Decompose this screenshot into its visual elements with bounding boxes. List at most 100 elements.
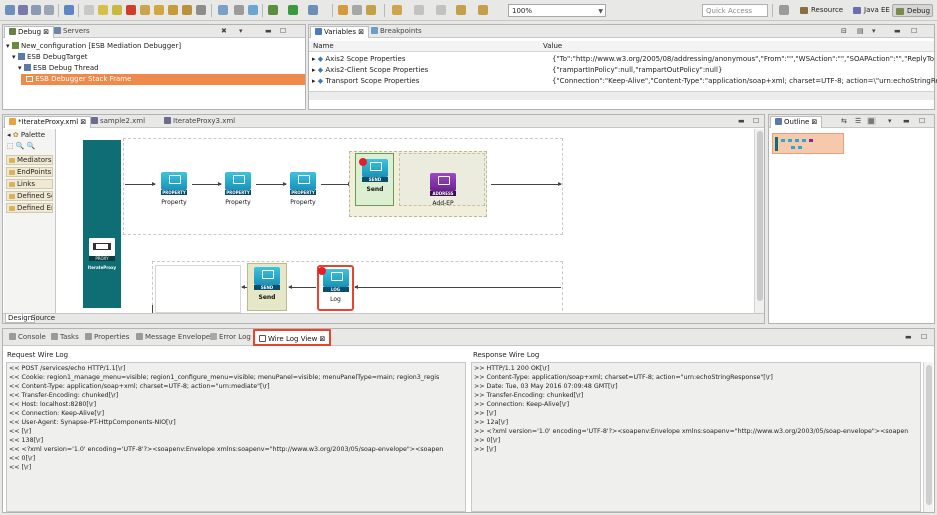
address-endpoint[interactable]: ADDRESS Add-EP [425,173,461,207]
property-mediator[interactable]: PROPERTY Property [220,172,256,206]
console-icon[interactable] [64,5,74,15]
overview-icon[interactable]: ▦ [867,117,876,125]
tab-breakpoints[interactable]: Breakpoints [367,26,426,38]
step-return-icon[interactable] [182,5,192,15]
palette-drawer-defined-endpoints[interactable]: Defined EndPoi... [6,203,53,213]
skip-icon[interactable] [84,5,94,15]
next-annotation-icon[interactable] [414,5,424,15]
maximize-icon[interactable]: ☐ [753,117,759,125]
debug-run-icon[interactable] [268,5,278,15]
save-icon[interactable] [18,5,28,15]
variables-scrollbar[interactable] [309,91,934,100]
property-mediator[interactable]: PROPERTY Property [285,172,321,206]
minimize-icon[interactable]: ▬ [738,117,745,125]
terminate-icon[interactable] [126,5,136,15]
maximize-icon[interactable]: ☐ [911,27,917,35]
tree-item-thread[interactable]: ▾ ESB Debug Thread [18,63,99,74]
send-mediator[interactable]: SEND Send [249,267,285,301]
tree-item-target[interactable]: ▾ ESB DebugTarget [12,52,88,63]
new-icon[interactable] [5,5,15,15]
palette-drawer-endpoints[interactable]: EndPoints [6,167,53,177]
breakpoint-icon[interactable] [359,158,367,166]
tab-iterateproxy[interactable]: *IterateProxy.xml ⊠ [4,116,92,128]
pin-icon[interactable] [392,5,402,15]
search-toolbar-icon[interactable] [248,5,258,15]
save-all-icon[interactable] [31,5,41,15]
tab-console[interactable]: Console [5,332,50,344]
tab-variables[interactable]: Variables ⊠ [310,26,370,38]
palette-drawer-links[interactable]: Links [6,179,53,189]
variable-row[interactable]: ▸ ◆ Transport Scope Properties {"Connect… [312,76,937,87]
tab-properties[interactable]: Properties [81,332,133,344]
minimize-icon[interactable]: ▬ [265,27,272,35]
tab-source[interactable]: Source [31,314,55,322]
tree-view-icon[interactable]: ☰ [855,117,861,125]
step-into-icon[interactable] [154,5,164,15]
column-name[interactable]: Name [313,41,334,52]
tab-tasks[interactable]: Tasks [47,332,83,344]
run-icon[interactable] [288,5,298,15]
maximize-icon[interactable]: ☐ [280,27,286,35]
open-type-icon[interactable] [234,5,244,15]
link-icon[interactable]: ⇆ [841,117,847,125]
tab-message-envelope[interactable]: Message Envelope [132,332,214,344]
remove-launch-icon[interactable]: ✖ [221,27,227,35]
quick-access-input[interactable]: Quick Access [702,4,768,17]
log-scrollbar[interactable] [923,362,933,512]
request-wire-log[interactable]: << POST /services/echo HTTP/1.1[\r] << C… [6,362,466,512]
tab-servers[interactable]: Servers [50,26,94,38]
tab-sample2[interactable]: sample2.xml [87,116,149,128]
variable-row[interactable]: ▸ ◆ Axis2-Client Scope Properties {"ramp… [312,65,930,76]
maximize-icon[interactable]: ☐ [921,333,927,341]
step-over-icon[interactable] [168,5,178,15]
diagram-canvas[interactable]: PROXY IterateProxy PROPERTY Property PRO… [57,129,753,321]
proxy-service[interactable]: PROXY IterateProxy [83,140,121,308]
minimize-icon[interactable]: ▬ [905,333,912,341]
palette-tools[interactable]: ⬚ 🔍 🔍 [7,142,36,150]
palette-drawer-mediators[interactable]: Mediators [6,155,53,165]
back-icon[interactable] [456,5,466,15]
tab-debug[interactable]: Debug ⊠ [4,26,55,38]
collapse-all-icon[interactable]: ⊟ [841,27,847,35]
resume-icon[interactable] [98,5,108,15]
external-tools-icon[interactable] [308,5,318,15]
view-menu-icon[interactable]: ▾ [888,117,892,125]
tab-iterateproxy3[interactable]: IterateProxy3.xml [160,116,239,128]
tab-error-log[interactable]: Error Log [206,332,255,344]
perspective-debug[interactable]: Debug [892,4,933,17]
palette-header[interactable]: ◂ ✿ Palette [7,131,45,139]
show-type-icon[interactable]: ▤ [857,27,864,35]
tree-item-configuration[interactable]: ▾ New_configuration [ESB Mediation Debug… [6,41,181,52]
outline-viewport[interactable] [772,133,844,154]
canvas-scrollbar[interactable] [754,129,764,313]
zoom-select[interactable]: 100% ▼ [508,4,606,17]
use-step-filters-icon[interactable] [218,5,228,15]
variable-row[interactable]: ▸ ◆ Axis2 Scope Properties {"To":"http:/… [312,54,934,65]
perspective-java-ee[interactable]: Java EE [850,4,893,17]
palette-drawer-defined-sequences[interactable]: Defined Sequen... [6,191,53,201]
tab-outline[interactable]: Outline ⊠ [770,116,823,128]
maximize-icon[interactable]: ☐ [919,117,925,125]
column-value[interactable]: Value [543,41,562,52]
property-mediator[interactable]: PROPERTY Property [156,172,192,206]
open-perspective-icon[interactable] [779,5,789,15]
suspend-icon[interactable] [112,5,122,15]
forward-icon[interactable] [478,5,488,15]
new-folder-icon[interactable] [338,5,348,15]
prev-annotation-icon[interactable] [436,5,446,15]
disconnect-icon[interactable] [140,5,150,15]
minimize-icon[interactable]: ▬ [894,27,901,35]
view-menu-icon[interactable]: ▾ [872,27,876,35]
log-line: >> 0[\r] [474,437,501,444]
perspective-resource[interactable]: Resource [797,4,846,17]
print-icon[interactable] [44,5,54,15]
open-file-icon[interactable] [352,5,362,15]
annotation-icon[interactable] [366,5,376,15]
drop-frame-icon[interactable] [196,5,206,15]
minimize-icon[interactable]: ▬ [903,117,910,125]
tree-item-stack-frame[interactable]: ESB Debugger Stack Frame [21,74,305,85]
tab-wire-log-view[interactable]: Wire Log View ⊠ [253,329,332,346]
view-menu-icon[interactable]: ▾ [239,27,243,35]
breakpoint-icon[interactable] [318,267,326,275]
response-wire-log[interactable]: >> HTTP/1.1 200 OK[\r] >> Content-Type: … [471,362,921,512]
